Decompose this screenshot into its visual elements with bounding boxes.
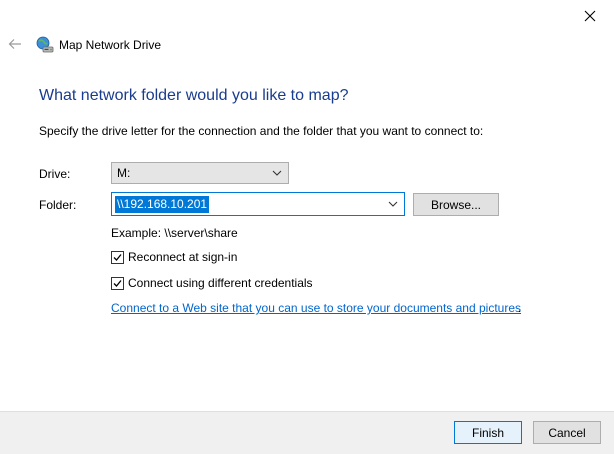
checkmark-icon — [113, 253, 122, 261]
credentials-checkbox-row[interactable]: Connect using different credentials — [111, 276, 313, 290]
back-button[interactable] — [4, 33, 26, 55]
map-network-drive-dialog: Map Network Drive What network folder wo… — [0, 0, 614, 454]
close-button[interactable] — [566, 0, 614, 32]
web-site-link[interactable]: Connect to a Web site that you can use t… — [111, 301, 521, 315]
folder-label: Folder: — [39, 198, 77, 212]
chevron-down-icon[interactable] — [388, 199, 398, 209]
browse-button[interactable]: Browse... — [413, 193, 499, 216]
close-icon — [584, 10, 596, 22]
credentials-label: Connect using different credentials — [128, 276, 313, 290]
reconnect-label: Reconnect at sign-in — [128, 250, 238, 264]
drive-select[interactable]: M: — [111, 162, 289, 184]
drive-value: M: — [117, 166, 131, 180]
folder-input[interactable]: \\192.168.10.201 — [111, 192, 405, 216]
folder-value: \\192.168.10.201 — [115, 195, 210, 213]
reconnect-checkbox[interactable] — [111, 250, 124, 264]
reconnect-checkbox-row[interactable]: Reconnect at sign-in — [111, 250, 237, 264]
page-heading: What network folder would you like to ma… — [39, 87, 349, 104]
drive-label: Drive: — [39, 167, 71, 181]
link-period: . — [518, 301, 522, 315]
credentials-checkbox[interactable] — [111, 276, 124, 290]
back-arrow-icon — [8, 39, 21, 49]
checkmark-icon — [113, 279, 122, 287]
finish-button[interactable]: Finish — [454, 421, 522, 444]
chevron-down-icon — [272, 170, 282, 176]
network-drive-icon — [36, 36, 54, 53]
instruction-text: Specify the drive letter for the connect… — [39, 124, 484, 138]
window-title: Map Network Drive — [59, 38, 162, 52]
cancel-button[interactable]: Cancel — [533, 421, 601, 444]
example-text: Example: \\server\share — [111, 226, 238, 240]
